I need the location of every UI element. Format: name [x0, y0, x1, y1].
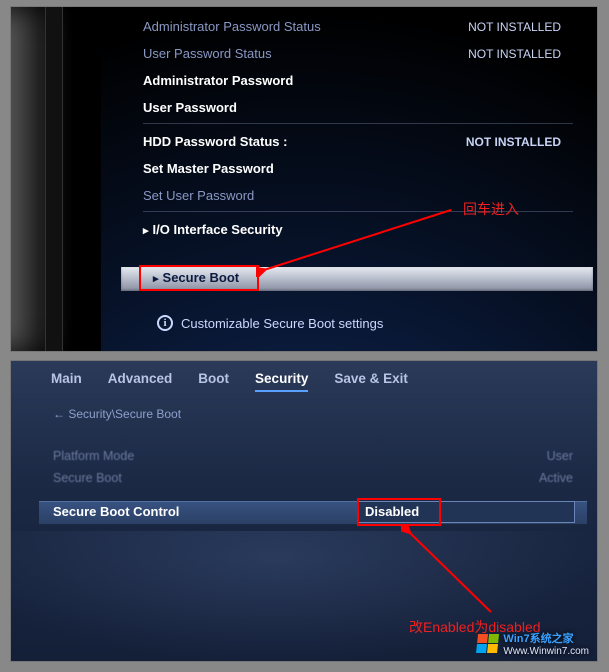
footer-hint: i Customizable Secure Boot settings [157, 315, 383, 331]
settings-row[interactable]: HDD Password Status : NOT INSTALLED [143, 128, 573, 155]
settings-row: User Password Status NOT INSTALLED [143, 40, 573, 67]
settings-row[interactable]: User Password [143, 94, 573, 121]
secure-boot-control-value: Disabled [365, 504, 419, 519]
secure-boot-status-row: Secure Boot Active [53, 471, 573, 485]
row-label: User Password Status [143, 46, 272, 61]
row-label: Set Master Password [143, 161, 274, 176]
row-value: NOT INSTALLED [466, 135, 561, 149]
settings-row[interactable]: Set Master Password [143, 155, 573, 182]
row-label: HDD Password Status : [143, 134, 287, 149]
secure-boot-label: Secure Boot [153, 270, 239, 285]
row-label: Set User Password [143, 188, 254, 203]
settings-row[interactable]: Administrator Password [143, 67, 573, 94]
row-value: NOT INSTALLED [468, 20, 561, 34]
row-label: User Password [143, 100, 237, 115]
tab-boot[interactable]: Boot [198, 371, 229, 392]
bios-secure-boot-screen: Main Advanced Boot Security Save & Exit Secu… [10, 360, 598, 662]
watermark: Win7系统之家 Www.Winwin7.com [477, 630, 589, 657]
watermark-text: Win7系统之家 Www.Winwin7.com [503, 630, 589, 657]
breadcrumb: Security\Secure Boot [53, 407, 181, 421]
secure-boot-control-label: Secure Boot Control [53, 504, 179, 519]
row-label: Administrator Password [143, 73, 293, 88]
row-value: NOT INSTALLED [468, 47, 561, 61]
row-label: Administrator Password Status [143, 19, 321, 34]
settings-row: Administrator Password Status NOT INSTALL… [143, 13, 573, 40]
platform-mode-row: Platform Mode User [53, 449, 573, 463]
laptop-hinge [45, 7, 63, 352]
bios-security-screen: Administrator Password Status NOT INSTALL… [10, 6, 598, 352]
tab-main[interactable]: Main [51, 371, 82, 392]
tab-security[interactable]: Security [255, 371, 308, 392]
info-icon: i [157, 315, 173, 331]
row-label: I/O Interface Security [143, 222, 283, 237]
windows-logo-icon [476, 634, 500, 654]
annotation-text-enter: 回车进入 [463, 199, 519, 219]
secure-boot-menu-item[interactable]: Secure Boot [121, 267, 593, 291]
tab-save-exit[interactable]: Save & Exit [334, 371, 408, 392]
bios-tab-bar: Main Advanced Boot Security Save & Exit [51, 371, 408, 392]
settings-row[interactable]: I/O Interface Security [143, 216, 573, 243]
tab-advanced[interactable]: Advanced [108, 371, 173, 392]
footer-hint-text: Customizable Secure Boot settings [181, 316, 383, 331]
